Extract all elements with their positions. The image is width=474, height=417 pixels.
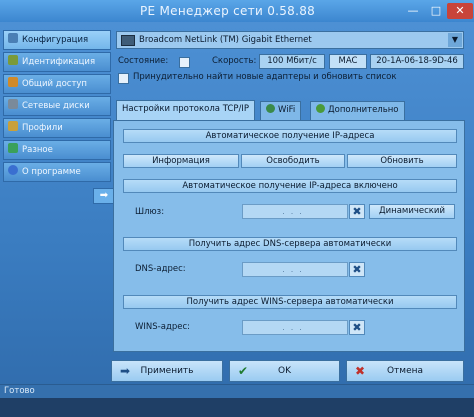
tab-advanced[interactable]: Дополнительно	[310, 101, 405, 120]
apply-arrow-icon: ➡	[120, 364, 131, 378]
sidebar-item-label: О программе	[22, 167, 81, 177]
gateway-input[interactable]: ...	[242, 204, 348, 219]
apply-label: Применить	[140, 366, 194, 376]
sidebar-item-label: Сетевые диски	[22, 101, 90, 111]
check-icon: ✔	[238, 364, 249, 378]
tab-tcpip[interactable]: Настройки протокола TCP/IP	[116, 100, 255, 121]
dns-auto-header[interactable]: Получить адрес DNS-сервера автоматически	[123, 237, 457, 251]
clear-dns-button[interactable]: ✖	[349, 262, 365, 277]
dns-input[interactable]: ...	[242, 262, 348, 277]
gateway-label: Шлюз:	[135, 207, 165, 217]
screen-bezel	[0, 398, 474, 417]
state-label: Состояние:	[118, 56, 169, 66]
speed-value: 100 Мбит/с	[259, 54, 325, 69]
network-card-icon	[121, 35, 135, 46]
sidebar-item-profiles[interactable]: Профили	[3, 118, 111, 138]
window-title: PE Менеджер сети 0.58.88	[140, 4, 316, 18]
sidebar-item-label: Разное	[22, 145, 53, 155]
cancel-button[interactable]: ✖ Отмена	[346, 360, 464, 382]
renew-button[interactable]: Обновить	[347, 154, 457, 168]
cancel-label: Отмена	[386, 366, 424, 376]
ok-label: OK	[278, 366, 291, 376]
tab-label: WiFi	[278, 105, 296, 115]
advanced-icon	[316, 104, 325, 113]
state-indicator	[179, 57, 190, 68]
adapter-name: Broadcom NetLink (TM) Gigabit Ethernet	[139, 35, 312, 45]
sidebar-item-label: Идентификация	[22, 57, 96, 67]
close-button[interactable]: ✕	[447, 3, 473, 19]
sidebar-item-about[interactable]: О программе	[3, 162, 111, 182]
auto-ip-header[interactable]: Автоматическое получение IP-адреса	[123, 129, 457, 143]
sidebar-item-network-drives[interactable]: Сетевые диски	[3, 96, 111, 116]
ok-button[interactable]: ✔ OK	[229, 360, 340, 382]
release-button[interactable]: Освободить	[241, 154, 345, 168]
minimize-button[interactable]: —	[402, 3, 424, 19]
sidebar-item-identification[interactable]: Идентификация	[3, 52, 111, 72]
collapse-sidebar-button[interactable]: ➡	[93, 188, 115, 204]
auto-ip-enabled-header[interactable]: Автоматическое получение IP-адреса включ…	[123, 179, 457, 193]
apply-button[interactable]: ➡ Применить	[111, 360, 223, 382]
chevron-down-icon[interactable]: ▼	[448, 33, 462, 47]
wifi-icon	[266, 104, 275, 113]
misc-icon	[8, 143, 18, 153]
sidebar-item-label: Конфигурация	[22, 35, 89, 45]
sidebar: Конфигурация Идентификация Общий доступ …	[3, 30, 115, 230]
dynamic-button[interactable]: Динамический	[369, 204, 455, 219]
sidebar-item-misc[interactable]: Разное	[3, 140, 111, 160]
wins-label: WINS-адрес:	[135, 322, 190, 332]
cancel-x-icon: ✖	[355, 364, 366, 378]
tab-label: Дополнительно	[328, 105, 399, 115]
mac-button[interactable]: MAC	[329, 54, 367, 69]
sidebar-item-config[interactable]: Конфигурация	[3, 30, 111, 50]
profiles-icon	[8, 121, 18, 131]
info-icon	[8, 165, 18, 175]
sidebar-item-label: Общий доступ	[22, 79, 87, 89]
share-icon	[8, 77, 18, 87]
tab-label: Настройки протокола TCP/IP	[122, 104, 249, 114]
status-text: Готово	[4, 386, 35, 396]
title-bar: PE Менеджер сети 0.58.88 — □ ✕	[0, 0, 474, 22]
sidebar-item-label: Профили	[22, 123, 63, 133]
drive-icon	[8, 99, 18, 109]
tab-wifi[interactable]: WiFi	[260, 101, 302, 120]
id-icon	[8, 55, 18, 65]
force-find-checkbox[interactable]	[118, 73, 129, 84]
app-window: PE Менеджер сети 0.58.88 — □ ✕ Конфигура…	[0, 0, 474, 417]
info-button[interactable]: Информация	[123, 154, 239, 168]
adapter-select[interactable]: Broadcom NetLink (TM) Gigabit Ethernet ▼	[116, 31, 464, 49]
config-icon	[8, 33, 18, 43]
wins-input[interactable]: ...	[242, 320, 348, 335]
speed-label: Скорость:	[212, 56, 257, 66]
status-bar: Готово	[0, 384, 474, 398]
clear-wins-button[interactable]: ✖	[349, 320, 365, 335]
mac-address-value: 20-1A-06-18-9D-46	[370, 54, 464, 69]
clear-gateway-button[interactable]: ✖	[349, 204, 365, 219]
maximize-button[interactable]: □	[425, 3, 447, 19]
sidebar-item-sharing[interactable]: Общий доступ	[3, 74, 111, 94]
wins-auto-header[interactable]: Получить адрес WINS-сервера автоматическ…	[123, 295, 457, 309]
dns-label: DNS-адрес:	[135, 264, 186, 274]
force-find-label: Принудительно найти новые адаптеры и обн…	[133, 72, 397, 82]
